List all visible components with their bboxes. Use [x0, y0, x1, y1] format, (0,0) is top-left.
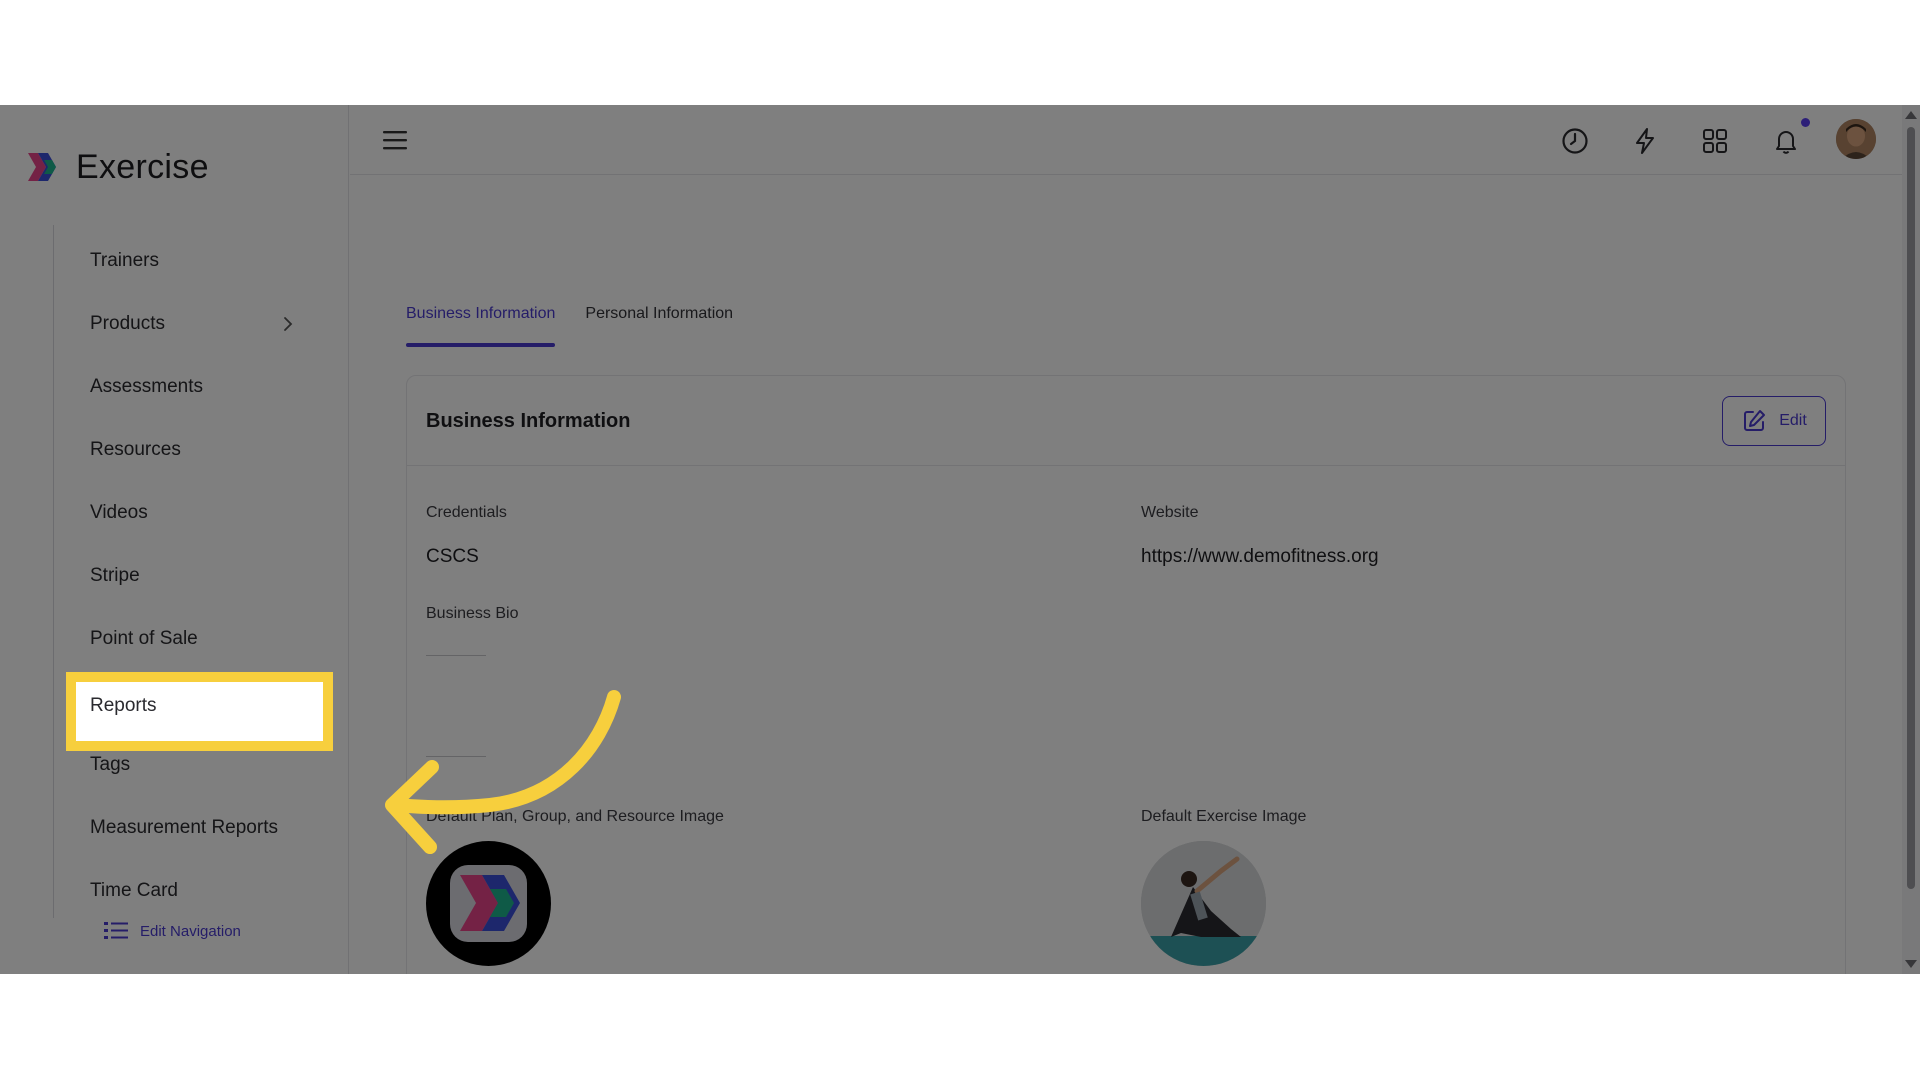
history-clock-icon[interactable] [1560, 126, 1590, 156]
bio-divider [426, 655, 486, 656]
notification-dot [1801, 118, 1810, 127]
sidebar-nav: Trainers Products Assessments Resources … [54, 229, 324, 922]
edit-pencil-icon [1744, 410, 1766, 431]
edit-button[interactable]: Edit [1722, 396, 1826, 446]
chevron-right-icon [284, 317, 293, 331]
profile-tabs: Business Information Personal Informatio… [406, 305, 763, 347]
sidebar-item-measurement-reports[interactable]: Measurement Reports [54, 796, 324, 859]
page-scrollbar[interactable] [1902, 105, 1920, 974]
scroll-down-arrow-icon[interactable] [1905, 960, 1917, 968]
sidebar-item-resources[interactable]: Resources [54, 418, 324, 481]
sidebar-item-assessments[interactable]: Assessments [54, 355, 324, 418]
pointer-arrow-icon [385, 690, 621, 854]
menu-icon[interactable] [382, 127, 408, 153]
edit-navigation-label: Edit Navigation [140, 922, 241, 940]
sidebar-item-label: Trainers [90, 249, 159, 271]
business-information-card: Business Information Edit Credentials CS… [406, 375, 1846, 974]
website-label: Website [1141, 504, 1199, 521]
sidebar-item-stripe[interactable]: Stripe [54, 544, 324, 607]
sidebar-item-label: Resources [90, 438, 181, 460]
card-header: Business Information Edit [407, 376, 1845, 466]
sidebar-item-label: Tags [90, 753, 131, 775]
tab-personal-information[interactable]: Personal Information [585, 305, 733, 345]
sidebar-item-label: Videos [90, 501, 148, 523]
yoga-photo-icon [1141, 841, 1266, 966]
exercise-logo-icon [28, 153, 56, 181]
sidebar-item-label: Stripe [90, 564, 140, 586]
sidebar-item-label: Measurement Reports [90, 816, 278, 838]
sidebar-item-time-card[interactable]: Time Card [54, 859, 324, 922]
sidebar-item-label: Time Card [90, 879, 178, 901]
app-screen: Exercise Trainers Products Assessments R… [0, 105, 1920, 974]
sidebar-item-trainers[interactable]: Trainers [54, 229, 324, 292]
card-title: Business Information [426, 410, 631, 432]
edit-navigation-link[interactable]: Edit Navigation [104, 920, 241, 942]
avatar[interactable] [1836, 119, 1876, 159]
sidebar-item-products[interactable]: Products [54, 292, 324, 355]
business-bio-label: Business Bio [426, 605, 519, 622]
tab-business-information[interactable]: Business Information [406, 305, 556, 347]
credentials-label: Credentials [426, 504, 507, 521]
app-logo[interactable]: Exercise [24, 145, 209, 189]
sidebar: Exercise Trainers Products Assessments R… [0, 105, 349, 974]
sidebar-item-label: Point of Sale [90, 627, 198, 649]
bell-icon[interactable] [1771, 126, 1801, 156]
scroll-up-arrow-icon[interactable] [1905, 111, 1917, 119]
sidebar-item-label: Assessments [90, 375, 203, 397]
scroll-thumb[interactable] [1907, 127, 1915, 889]
default-exercise-image[interactable] [1141, 841, 1266, 966]
default-exercise-image-label: Default Exercise Image [1141, 808, 1307, 825]
edit-button-label: Edit [1779, 412, 1807, 429]
tab-label: Business Information [406, 305, 556, 322]
apps-grid-icon[interactable] [1700, 126, 1730, 156]
app-name: Exercise [76, 147, 209, 186]
website-value: https://www.demofitness.org [1141, 546, 1379, 567]
tab-label: Personal Information [585, 305, 734, 322]
spotlight-highlight-frame [66, 672, 333, 751]
credentials-value: CSCS [426, 546, 479, 567]
sidebar-item-videos[interactable]: Videos [54, 481, 324, 544]
top-bar [350, 105, 1902, 175]
lightning-icon[interactable] [1630, 126, 1660, 156]
user-avatar-icon [1836, 119, 1876, 159]
sidebar-item-point-of-sale[interactable]: Point of Sale [54, 607, 324, 670]
list-icon [104, 922, 128, 939]
sidebar-item-label: Products [90, 312, 165, 334]
